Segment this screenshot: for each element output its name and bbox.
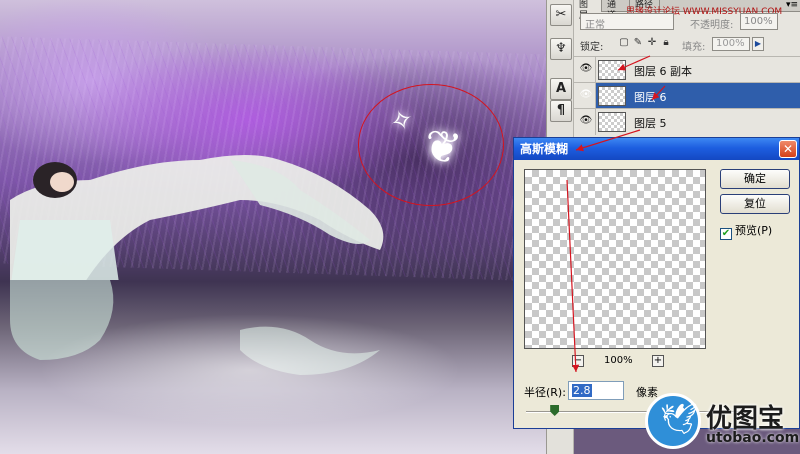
visibility-cell[interactable]: 👁︎ [574, 57, 596, 83]
lock-all-icon[interactable]: 🔒︎ [660, 37, 672, 49]
water-reflection [10, 280, 380, 375]
slider-thumb[interactable] [550, 405, 560, 416]
layer-row[interactable]: 👁︎ 图层 5 [574, 108, 800, 135]
visibility-cell[interactable]: 👁︎ [574, 109, 596, 135]
layer-thumbnail [598, 60, 626, 80]
layer-thumbnail [598, 86, 626, 106]
dialog-title-bar[interactable]: 高斯模糊 ✕ [514, 138, 799, 160]
visibility-cell[interactable]: 👁︎ [574, 83, 596, 109]
layer-name: 图层 6 副本 [634, 65, 692, 78]
bird-icon: 🕊︎ [660, 402, 699, 437]
layer-row-selected[interactable]: 👁︎ 图层 6 [574, 82, 800, 109]
zoom-out-icon[interactable]: − [572, 355, 584, 367]
gaussian-blur-dialog: 高斯模糊 ✕ 确定 复位 ✔ 预览(P) − 100% + 半径(R): 2.8 … [513, 137, 800, 429]
preview-checkbox[interactable]: ✔ 预览(P) [720, 222, 772, 240]
zoom-row: − 100% + [524, 355, 706, 369]
woman-figure [10, 155, 384, 280]
brush-icon[interactable]: ♆ [550, 38, 572, 60]
wrench-icon[interactable]: ✂ [550, 4, 572, 26]
layer-name: 图层 5 [634, 117, 667, 130]
ok-button[interactable]: 确定 [720, 169, 790, 189]
preview-label: 预览(P) [735, 224, 773, 237]
brand-url: utobao.com [706, 430, 800, 446]
opacity-input[interactable]: 100% [740, 13, 778, 30]
panel-menu-icon[interactable]: ▾≡ [786, 0, 798, 10]
tab-layers[interactable]: 图层 [574, 0, 602, 21]
paragraph-icon[interactable]: ¶ [550, 100, 572, 122]
zoom-value: 100% [604, 355, 633, 366]
checkmark-icon[interactable]: ✔ [720, 228, 732, 240]
eye-icon[interactable]: 👁︎ [578, 88, 594, 102]
zoom-in-icon[interactable]: + [652, 355, 664, 367]
radius-label: 半径(R): [524, 386, 566, 399]
radius-value: 2.8 [572, 384, 592, 397]
layers-panel: 图层 通道 路径 ▾≡ 思缘设计论坛 WWW.MISSYUAN.COM 正常 不… [574, 0, 800, 140]
photo-canvas[interactable]: ✧ ❦ [0, 0, 546, 454]
layer-row[interactable]: 👁︎ 图层 6 副本 [574, 56, 800, 83]
lock-move-icon[interactable]: ✛ [646, 37, 658, 49]
fill-input[interactable]: 100% [712, 37, 750, 51]
reset-button[interactable]: 复位 [720, 194, 790, 214]
close-icon[interactable]: ✕ [779, 140, 797, 158]
lock-paint-icon[interactable]: ✎ [632, 37, 644, 49]
lock-transparency-icon[interactable]: ▢ [618, 37, 630, 49]
opacity-label: 不透明度: [690, 20, 734, 31]
layer-name: 图层 6 [634, 91, 667, 104]
eye-icon[interactable]: 👁︎ [578, 114, 594, 128]
brand-logo: 🕊︎ [645, 393, 701, 449]
radius-unit: 像素 [636, 386, 658, 399]
blend-mode-select[interactable]: 正常 [580, 13, 674, 31]
fill-arrow-icon[interactable]: ▶ [752, 37, 764, 51]
blur-preview[interactable] [524, 169, 706, 349]
fill-label: 填充: [682, 42, 706, 53]
radius-input[interactable]: 2.8 [568, 381, 624, 400]
annotation-circle [358, 84, 504, 206]
lock-row: 锁定: ▢ ✎ ✛ 🔒︎ 填充: 100% ▶ [580, 37, 794, 53]
text-icon[interactable]: A [550, 78, 572, 100]
layer-thumbnail [598, 112, 626, 132]
eye-icon[interactable]: 👁︎ [578, 62, 594, 76]
lock-label: 锁定: [580, 42, 604, 53]
dialog-title: 高斯模糊 [520, 142, 569, 156]
blend-row: 正常 不透明度: 100% [580, 13, 790, 31]
